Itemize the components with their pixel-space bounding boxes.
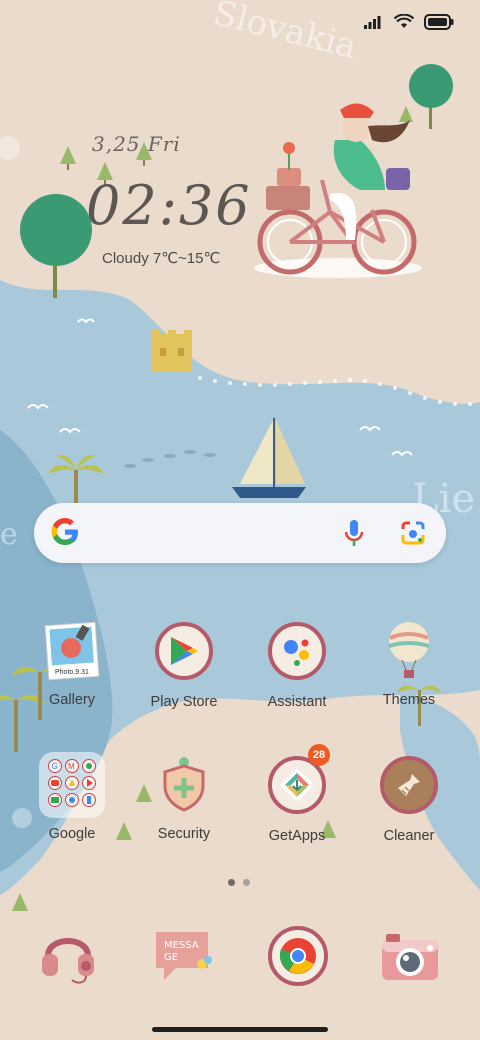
play-store-icon	[153, 622, 215, 684]
clock-time: 02:36	[86, 174, 252, 237]
microphone-icon[interactable]	[345, 520, 363, 547]
app-label: Security	[157, 826, 211, 842]
getapps-icon: 28	[266, 744, 330, 818]
app-label: Cleaner	[383, 828, 435, 844]
lens-icon[interactable]	[400, 521, 426, 545]
home-gesture-bar[interactable]	[152, 1027, 328, 1032]
app-label: Themes	[382, 692, 436, 708]
page-indicator[interactable]	[228, 879, 250, 886]
app-assistant[interactable]: Assistant	[249, 620, 345, 710]
app-label: Google	[48, 826, 96, 842]
app-play-store[interactable]: Play Store	[136, 620, 232, 710]
headphones-icon[interactable]	[36, 922, 100, 986]
weather-text: Cloudy 7℃~15℃	[102, 250, 221, 267]
battery-icon	[424, 14, 454, 30]
cleaner-brush-icon	[378, 756, 440, 818]
app-gallery[interactable]: Photo.9.31 Gallery	[24, 620, 120, 708]
gallery-icon: Photo.9.31	[41, 620, 103, 682]
svg-text:G: G	[52, 762, 58, 771]
app-google-folder[interactable]: G M Google	[24, 752, 120, 842]
app-label: Assistant	[267, 694, 327, 710]
svg-text:M: M	[68, 762, 75, 771]
google-folder-icon: G M	[39, 752, 105, 818]
google-g-icon	[51, 518, 78, 545]
clock-date: 3,25 Fri	[92, 132, 181, 156]
google-search-bar[interactable]	[34, 503, 446, 563]
svg-text:MESSA: MESSA	[164, 940, 199, 951]
camera-icon[interactable]	[378, 926, 442, 990]
app-getapps[interactable]: 28 GetApps	[249, 744, 345, 844]
message-icon[interactable]: MESSA GE	[152, 924, 216, 988]
app-label: GetApps	[268, 828, 326, 844]
notification-badge: 28	[308, 744, 330, 766]
app-security[interactable]: Security	[136, 754, 232, 842]
assistant-icon	[266, 622, 328, 684]
status-bar	[364, 14, 454, 30]
themes-balloon-icon	[378, 620, 440, 682]
security-shield-icon	[153, 754, 215, 816]
chrome-icon[interactable]	[266, 924, 330, 988]
page-dot	[243, 879, 250, 886]
app-label: Gallery	[49, 692, 95, 708]
wifi-icon	[394, 14, 414, 28]
app-themes[interactable]: Themes	[361, 620, 457, 708]
app-label: Play Store	[150, 694, 218, 710]
svg-text:e: e	[0, 517, 18, 552]
svg-text:GE: GE	[164, 952, 178, 963]
page-dot-active	[228, 879, 235, 886]
svg-text:Photo.9.31: Photo.9.31	[55, 669, 89, 676]
signal-icon	[364, 16, 381, 29]
app-cleaner[interactable]: Cleaner	[361, 754, 457, 844]
